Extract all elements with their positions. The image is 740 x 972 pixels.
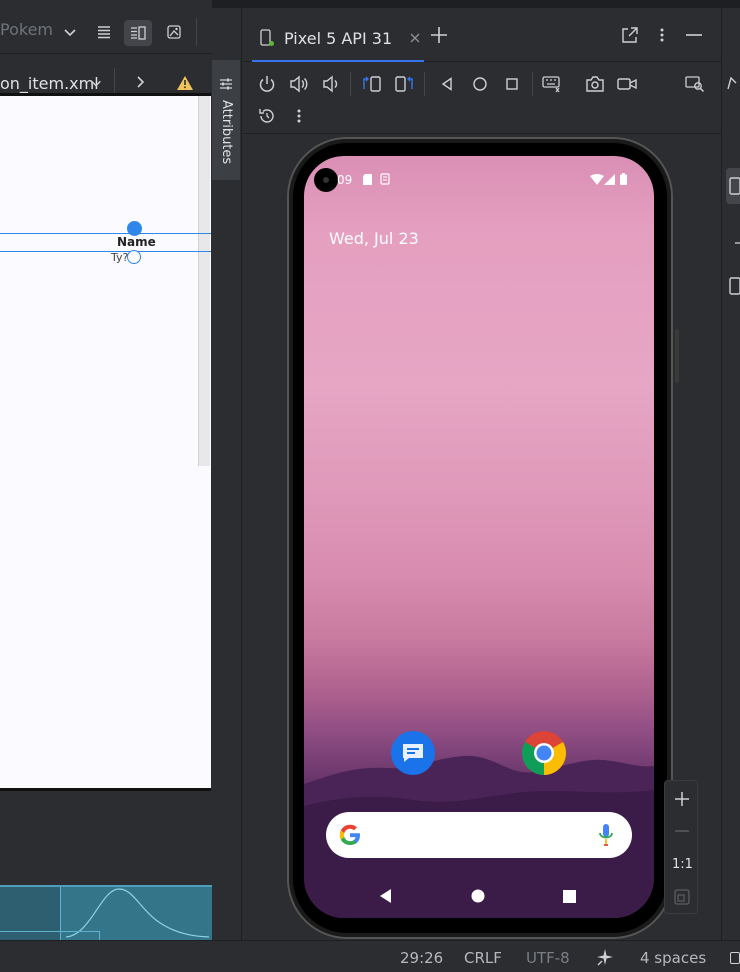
constraint-handle-bottom[interactable] — [127, 250, 141, 264]
status-bar: 29:26 CRLF UTF-8 4 spaces — [0, 940, 740, 972]
side-button — [675, 329, 679, 383]
add-tool-icon[interactable] — [735, 236, 740, 250]
storage-icon — [380, 173, 390, 185]
volume-up-icon[interactable] — [289, 74, 309, 94]
project-tab-label[interactable]: Pokem — [0, 20, 53, 39]
device-manager-icon[interactable] — [726, 276, 740, 296]
blueprint-outline — [0, 931, 100, 940]
screen-record-icon[interactable] — [616, 74, 638, 94]
minimize-icon[interactable] — [684, 25, 704, 45]
google-search-bar[interactable] — [326, 812, 632, 858]
rotate-left-icon[interactable] — [362, 74, 382, 94]
attributes-tool-window-button[interactable]: Attributes — [212, 60, 240, 180]
wifi-icon — [590, 174, 604, 185]
divider — [350, 72, 351, 96]
chevron-down-icon[interactable] — [60, 22, 80, 42]
line-ending[interactable]: CRLF — [464, 949, 502, 967]
lock-icon[interactable] — [730, 952, 740, 964]
tab-pixel-5[interactable]: Pixel 5 API 31 — [252, 16, 424, 62]
zoom-controls: 1:1 — [664, 780, 698, 914]
device-icon — [258, 29, 276, 47]
more-options-icon[interactable] — [204, 22, 212, 42]
emulator-toolbar — [242, 64, 722, 134]
more-options-icon[interactable] — [652, 25, 672, 45]
warning-icon[interactable] — [176, 74, 194, 92]
power-icon[interactable] — [257, 74, 277, 94]
sd-card-icon — [363, 174, 372, 185]
chrome-app-icon[interactable] — [522, 731, 566, 775]
signal-icon — [604, 174, 615, 185]
preview-scrollbar[interactable] — [198, 96, 210, 466]
nav-back-icon[interactable] — [380, 889, 394, 905]
microphone-icon[interactable] — [598, 823, 614, 847]
file-tab-label[interactable]: on_item.xml — [0, 74, 99, 93]
ai-assistant-icon[interactable] — [596, 948, 614, 966]
attributes-icon — [218, 76, 234, 92]
indent-setting[interactable]: 4 spaces — [640, 949, 706, 967]
zoom-actual-size-button[interactable]: 1:1 — [672, 857, 693, 872]
cursor-position[interactable]: 29:26 — [400, 949, 443, 967]
zoom-out-icon[interactable] — [672, 821, 692, 841]
preview-name-text: Name — [117, 235, 156, 249]
zoom-in-icon[interactable] — [672, 789, 692, 809]
constraint-handle-top[interactable] — [127, 221, 142, 236]
chevron-right-icon[interactable] — [132, 74, 148, 90]
emulator-screen[interactable]: 09 Wed, Jul 23 — [304, 156, 654, 918]
google-logo-icon — [338, 823, 362, 847]
close-icon[interactable] — [408, 31, 422, 45]
zoom-fit-icon[interactable] — [673, 888, 691, 906]
file-encoding[interactable]: UTF-8 — [526, 949, 570, 967]
divider — [196, 18, 197, 46]
messages-app-icon[interactable] — [391, 731, 435, 775]
divider — [114, 68, 115, 96]
layout-inspector-icon[interactable] — [684, 74, 706, 94]
rotate-right-icon[interactable] — [394, 74, 414, 94]
editor-header: Pokem — [0, 8, 212, 54]
volume-down-icon[interactable] — [321, 74, 341, 94]
home-date[interactable]: Wed, Jul 23 — [329, 229, 419, 248]
phone-status-time: 09 — [337, 173, 353, 187]
chevron-down-icon[interactable] — [88, 75, 104, 91]
code-view-icon[interactable] — [94, 22, 114, 42]
attributes-label: Attributes — [219, 100, 234, 165]
edit-icon[interactable] — [726, 74, 740, 92]
nav-home-icon[interactable] — [471, 889, 485, 903]
split-view-icon[interactable] — [124, 20, 152, 46]
divider — [532, 72, 533, 96]
back-icon[interactable] — [438, 74, 456, 94]
add-device-icon[interactable] — [428, 24, 450, 46]
battery-icon — [620, 173, 627, 185]
detach-window-icon[interactable] — [620, 25, 640, 45]
layout-preview[interactable]: Name Ty??? — [0, 93, 211, 791]
selected-view-bounds[interactable] — [0, 233, 211, 252]
layout-editor-panel: Pokem on_item.xml 0dp — [0, 0, 212, 940]
overview-icon[interactable] — [502, 74, 522, 94]
right-tool-window-bar — [721, 8, 740, 940]
reset-icon[interactable] — [257, 106, 277, 126]
running-devices-tool-button[interactable] — [726, 168, 740, 204]
blueprint-preview[interactable] — [0, 885, 212, 940]
keyboard-icon[interactable] — [542, 74, 562, 94]
divider — [424, 72, 425, 96]
home-icon[interactable] — [470, 74, 490, 94]
nav-overview-icon[interactable] — [563, 890, 576, 903]
device-tab-label: Pixel 5 API 31 — [284, 28, 393, 48]
camera-cutout — [314, 168, 338, 192]
more-options-icon[interactable] — [289, 106, 309, 126]
device-tab-bar: Pixel 5 API 31 — [242, 8, 722, 62]
design-view-icon[interactable] — [164, 22, 184, 42]
screenshot-icon[interactable] — [584, 74, 606, 94]
